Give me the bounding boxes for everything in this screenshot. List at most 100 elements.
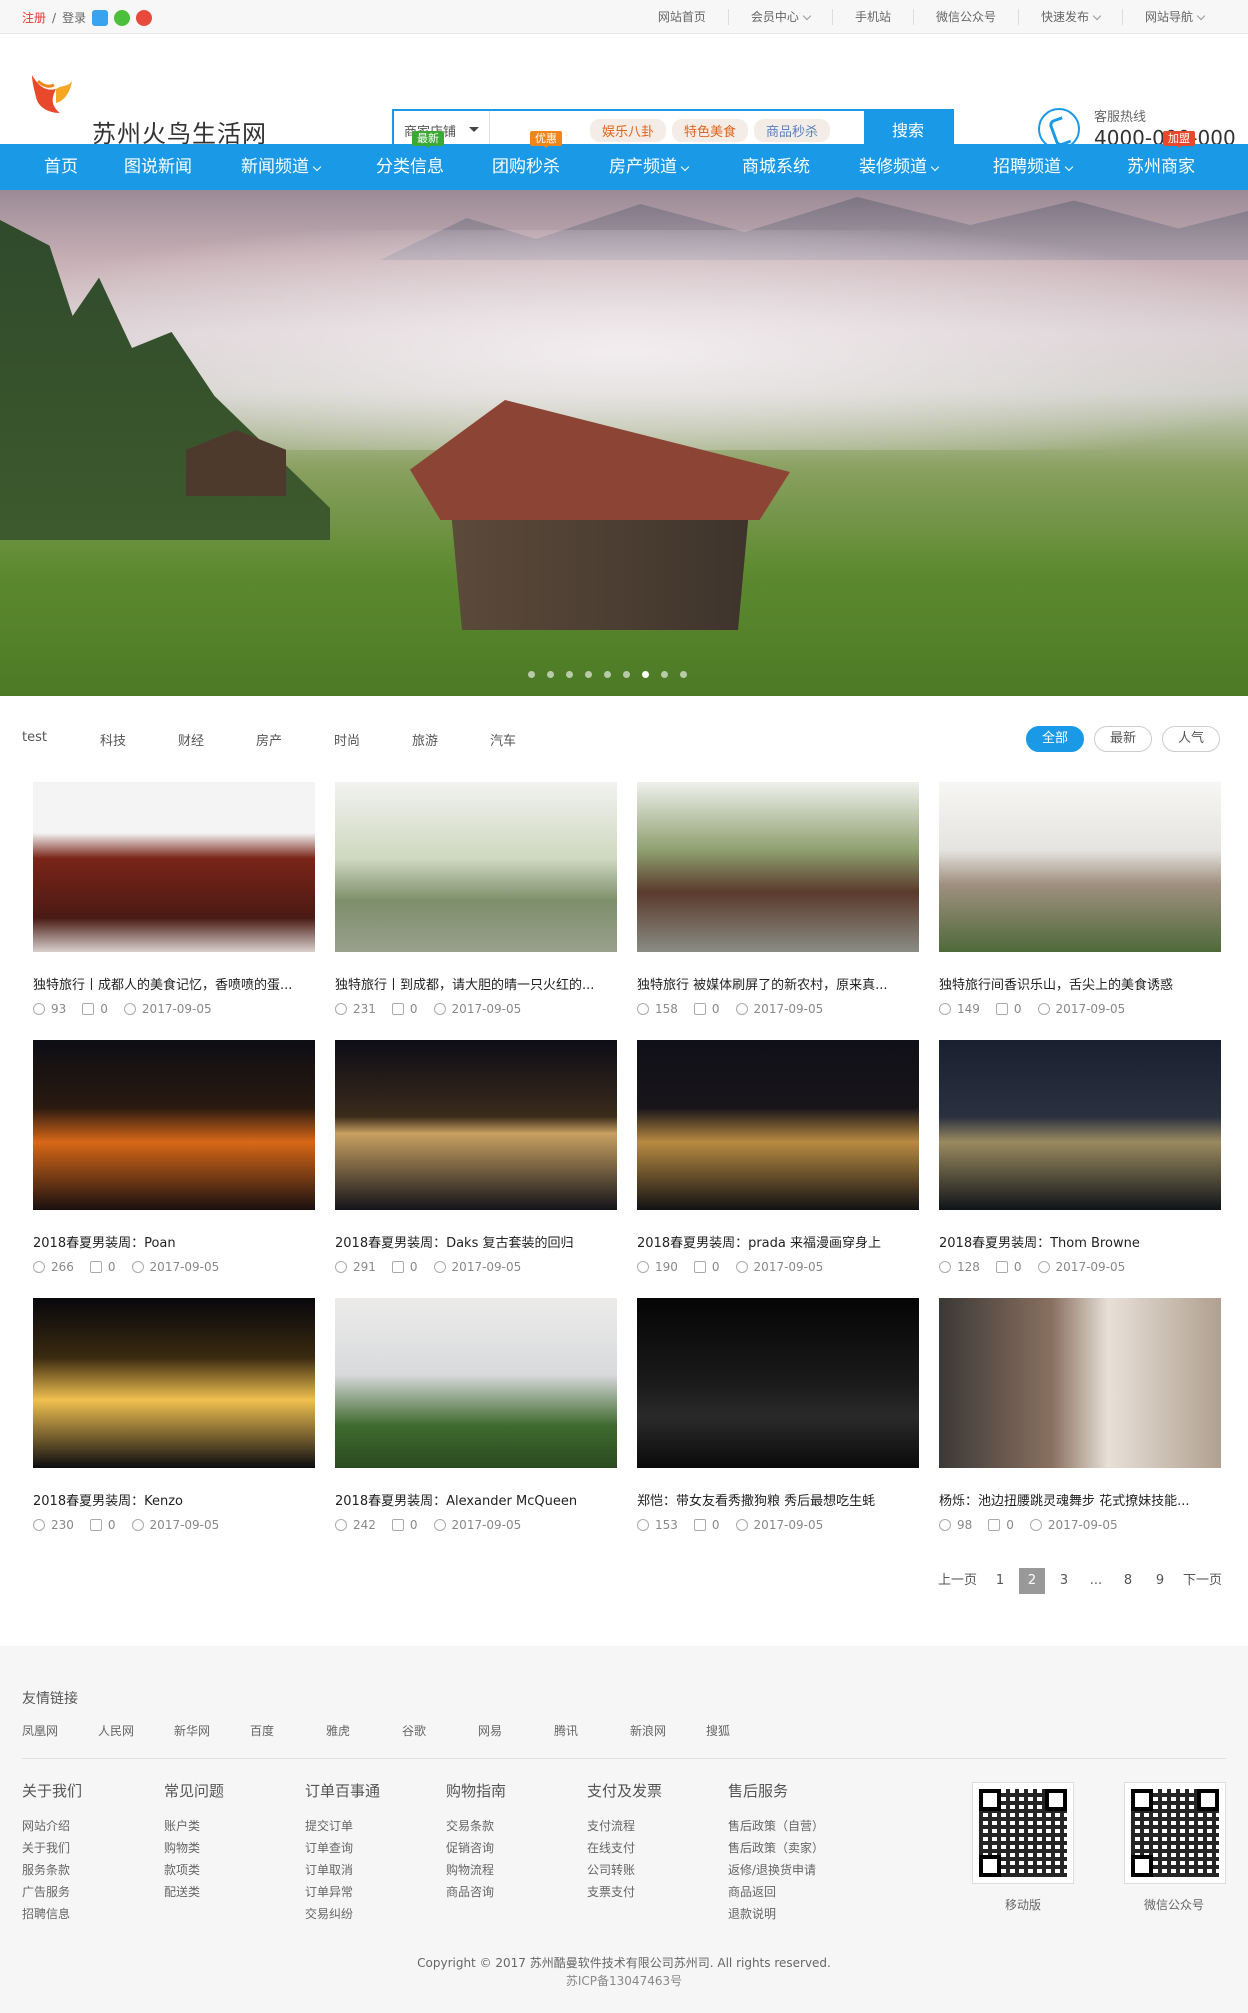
top-link-wechat[interactable]: 微信公众号	[912, 9, 1018, 25]
carousel-dot-active[interactable]	[642, 671, 649, 678]
footer-link[interactable]: 广告服务	[22, 1881, 82, 1903]
article-card[interactable]: 2018春夏男装周：Kenzo 230 0 2017-09-05	[33, 1298, 315, 1538]
friend-link[interactable]: 新华网	[174, 1722, 250, 1739]
friend-link[interactable]: 百度	[250, 1722, 326, 1739]
article-thumbnail[interactable]	[335, 1040, 617, 1210]
article-card[interactable]: 2018春夏男装周：prada 来福漫画穿身上 190 0 2017-09-05	[637, 1040, 919, 1280]
footer-link[interactable]: 商品返回	[728, 1881, 824, 1903]
footer-link[interactable]: 返修/退换货申请	[728, 1859, 824, 1881]
nav-item-news[interactable]: 新闻频道	[241, 144, 322, 190]
article-title[interactable]: 独特旅行间香识乐山，舌尖上的美食诱惑	[939, 974, 1221, 993]
prev-page-button[interactable]: 上一页	[934, 1568, 981, 1594]
article-card[interactable]: 郑恺：带女友看秀撒狗粮 秀后最想吃生蚝 153 0 2017-09-05	[637, 1298, 919, 1538]
footer-link[interactable]: 款项类	[164, 1859, 224, 1881]
article-card[interactable]: 2018春夏男装周：Daks 复古套装的回归 291 0 2017-09-05	[335, 1040, 617, 1280]
article-card[interactable]: 独特旅行丨成都人的美食记忆，香喷喷的蛋... 93 0 2017-09-05	[33, 782, 315, 1022]
footer-link[interactable]: 订单查询	[305, 1837, 380, 1859]
footer-link[interactable]: 服务条款	[22, 1859, 82, 1881]
sort-all-button[interactable]: 全部	[1026, 726, 1084, 752]
footer-link[interactable]: 订单异常	[305, 1881, 380, 1903]
article-card[interactable]: 杨烁：池边扭腰跳灵魂舞步 花式撩妹技能... 98 0 2017-09-05	[939, 1298, 1221, 1538]
tab-realestate[interactable]: 房产	[256, 730, 334, 749]
top-link-home[interactable]: 网站首页	[636, 9, 728, 25]
footer-link[interactable]: 退款说明	[728, 1903, 824, 1925]
article-thumbnail[interactable]	[33, 1298, 315, 1468]
nav-item-photo-news[interactable]: 图说新闻	[124, 144, 192, 190]
article-title[interactable]: 2018春夏男装周：Thom Browne	[939, 1232, 1221, 1251]
carousel-dot[interactable]	[585, 671, 592, 678]
icp-number[interactable]: 苏ICP备13047463号	[0, 1972, 1248, 1989]
footer-link[interactable]: 购物流程	[446, 1859, 506, 1881]
nav-item-classified[interactable]: 最新 分类信息	[376, 131, 444, 190]
nav-item-groupbuy[interactable]: 优惠 团购秒杀	[492, 131, 562, 190]
top-link-publish[interactable]: 快速发布	[1017, 9, 1122, 25]
article-thumbnail[interactable]	[939, 1298, 1221, 1468]
carousel-dot[interactable]	[528, 671, 535, 678]
article-thumbnail[interactable]	[939, 782, 1221, 952]
register-link[interactable]: 注册	[22, 9, 46, 26]
friend-link[interactable]: 谷歌	[402, 1722, 478, 1739]
hot-tag[interactable]: 特色美食	[672, 119, 749, 142]
article-title[interactable]: 独特旅行 被媒体刷屏了的新农村，原来真...	[637, 974, 919, 993]
carousel-dot[interactable]	[547, 671, 554, 678]
carousel-dot[interactable]	[566, 671, 573, 678]
friend-link[interactable]: 凤凰网	[22, 1722, 98, 1739]
tab-finance[interactable]: 财经	[178, 730, 256, 749]
article-title[interactable]: 郑恺：带女友看秀撒狗粮 秀后最想吃生蚝	[637, 1490, 919, 1509]
article-thumbnail[interactable]	[33, 782, 315, 952]
nav-item-merchants[interactable]: 加盟 苏州商家	[1127, 131, 1195, 190]
article-thumbnail[interactable]	[637, 1298, 919, 1468]
footer-link[interactable]: 公司转账	[587, 1859, 662, 1881]
search-button[interactable]: 搜索	[864, 111, 952, 147]
carousel-dot[interactable]	[604, 671, 611, 678]
page-button[interactable]: 8	[1115, 1568, 1141, 1594]
footer-link[interactable]: 交易纠纷	[305, 1903, 380, 1925]
article-card[interactable]: 2018春夏男装周：Thom Browne 128 0 2017-09-05	[939, 1040, 1221, 1280]
hot-tag[interactable]: 娱乐八卦	[590, 119, 667, 142]
footer-link[interactable]: 购物类	[164, 1837, 224, 1859]
tab-travel[interactable]: 旅游	[412, 730, 490, 749]
friend-link[interactable]: 网易	[478, 1722, 554, 1739]
footer-link[interactable]: 促销咨询	[446, 1837, 506, 1859]
footer-link[interactable]: 订单取消	[305, 1859, 380, 1881]
article-thumbnail[interactable]	[637, 1040, 919, 1210]
nav-item-home[interactable]: 首页	[44, 144, 78, 190]
article-card[interactable]: 2018春夏男装周：Alexander McQueen 242 0 2017-09-0…	[335, 1298, 617, 1538]
page-button-current[interactable]: 2	[1018, 1568, 1045, 1594]
article-card[interactable]: 独特旅行间香识乐山，舌尖上的美食诱惑 149 0 2017-09-05	[939, 782, 1221, 1022]
footer-link[interactable]: 提交订单	[305, 1815, 380, 1837]
carousel-dot[interactable]	[661, 671, 668, 678]
nav-item-jobs[interactable]: 招聘频道	[993, 144, 1074, 190]
page-button[interactable]: 9	[1147, 1568, 1173, 1594]
carousel-dot[interactable]	[680, 671, 687, 678]
article-card[interactable]: 2018春夏男装周：Poan 266 0 2017-09-05	[33, 1040, 315, 1280]
footer-link[interactable]: 招聘信息	[22, 1903, 82, 1925]
article-card[interactable]: 独特旅行丨到成都，请大胆的晴一只火红的... 231 0 2017-09-05	[335, 782, 617, 1022]
sort-newest-button[interactable]: 最新	[1094, 726, 1152, 752]
footer-link[interactable]: 配送类	[164, 1881, 224, 1903]
nav-item-decoration[interactable]: 装修频道	[859, 144, 940, 190]
article-thumbnail[interactable]	[637, 782, 919, 952]
footer-link[interactable]: 商品咨询	[446, 1881, 506, 1903]
login-link[interactable]: 登录	[62, 9, 86, 26]
page-button[interactable]: 1	[987, 1568, 1013, 1594]
friend-link[interactable]: 搜狐	[706, 1722, 782, 1739]
friend-link[interactable]: 人民网	[98, 1722, 174, 1739]
tab-fashion[interactable]: 时尚	[334, 730, 412, 749]
top-link-mobile[interactable]: 手机站	[831, 9, 913, 25]
nav-item-mall[interactable]: 商城系统	[742, 144, 810, 190]
article-thumbnail[interactable]	[335, 1298, 617, 1468]
next-page-button[interactable]: 下一页	[1179, 1568, 1226, 1594]
page-button[interactable]: 3	[1051, 1568, 1077, 1594]
tab-test[interactable]: test	[22, 730, 100, 749]
friend-link[interactable]: 腾讯	[554, 1722, 630, 1739]
footer-link[interactable]: 账户类	[164, 1815, 224, 1837]
firebird-logo-icon[interactable]	[26, 67, 78, 119]
footer-link[interactable]: 售后政策（卖家）	[728, 1837, 824, 1859]
top-link-sitemap[interactable]: 网站导航	[1121, 9, 1226, 25]
article-thumbnail[interactable]	[335, 782, 617, 952]
article-title[interactable]: 2018春夏男装周：prada 来福漫画穿身上	[637, 1232, 919, 1251]
footer-link[interactable]: 关于我们	[22, 1837, 82, 1859]
qq-login-icon[interactable]	[92, 9, 109, 26]
article-thumbnail[interactable]	[33, 1040, 315, 1210]
